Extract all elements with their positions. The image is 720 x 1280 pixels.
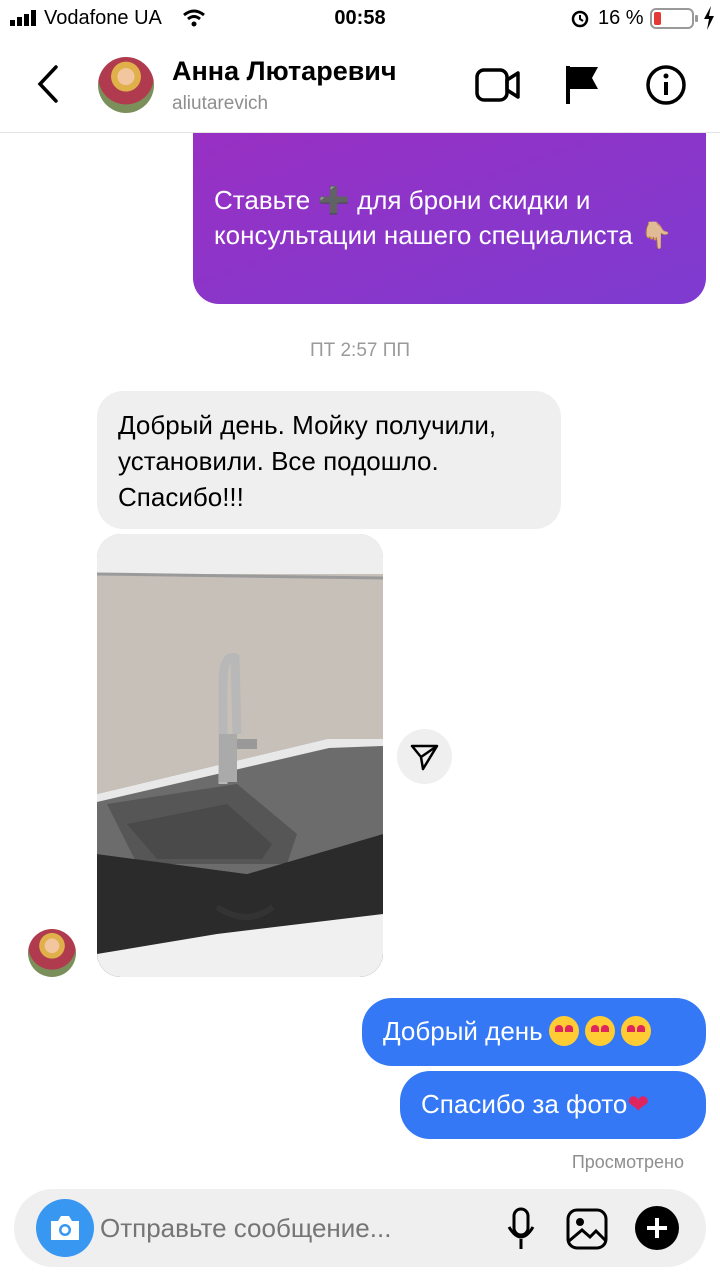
heart-emoji: ❤ [627, 1090, 650, 1120]
gallery-icon[interactable] [566, 1208, 608, 1250]
heart-eyes-emoji [548, 1016, 579, 1046]
battery-percent: 16 % [598, 7, 644, 29]
photo-message[interactable] [97, 534, 383, 977]
contact-username[interactable]: aliutarevich [172, 93, 268, 115]
camera-button[interactable] [36, 1199, 94, 1257]
outgoing-message-bubble[interactable]: Спасибо за фото❤ [400, 1071, 706, 1139]
outgoing-message-text: Добрый день [383, 1016, 543, 1046]
plus-icon [647, 1218, 667, 1238]
charging-icon [704, 6, 714, 30]
video-call-icon[interactable] [475, 65, 521, 105]
outgoing-message-text: Спасибо за фото [421, 1089, 628, 1119]
message-input[interactable] [98, 1207, 492, 1249]
sender-avatar[interactable] [28, 929, 76, 977]
chat-header: Анна Лютаревич aliutarevich [0, 40, 720, 133]
flag-icon[interactable] [565, 64, 601, 106]
message-timestamp: ПТ 2:57 ПП [309, 340, 411, 361]
alarm-icon [571, 10, 589, 28]
send-icon [410, 744, 439, 771]
avatar[interactable] [98, 57, 154, 113]
share-button[interactable] [397, 729, 452, 784]
outgoing-promo-bubble[interactable]: Ставьте ➕ для брони скидки и консультаци… [193, 110, 706, 304]
heart-eyes-emoji [584, 1016, 615, 1046]
incoming-message-bubble[interactable]: Добрый день. Мойку получили, установили.… [97, 391, 561, 529]
outgoing-message-bubble[interactable]: Добрый день [362, 998, 706, 1066]
back-arrow-icon[interactable] [34, 64, 62, 104]
status-bar: Vodafone UA 00:58 16 % [0, 0, 720, 40]
sink-photo [97, 534, 383, 977]
more-button[interactable] [635, 1206, 679, 1250]
info-icon[interactable] [645, 64, 687, 106]
promo-text: Ставьте ➕ для брони скидки и консультаци… [214, 185, 673, 250]
battery-icon [650, 8, 698, 29]
seen-status: Просмотрено [571, 1152, 684, 1172]
microphone-icon[interactable] [506, 1207, 536, 1251]
incoming-message-text: Добрый день. Мойку получили, установили.… [118, 410, 497, 512]
heart-eyes-emoji [620, 1016, 651, 1046]
camera-icon [51, 1216, 79, 1240]
message-composer [14, 1189, 706, 1267]
contact-name[interactable]: Анна Лютаревич [172, 56, 397, 87]
